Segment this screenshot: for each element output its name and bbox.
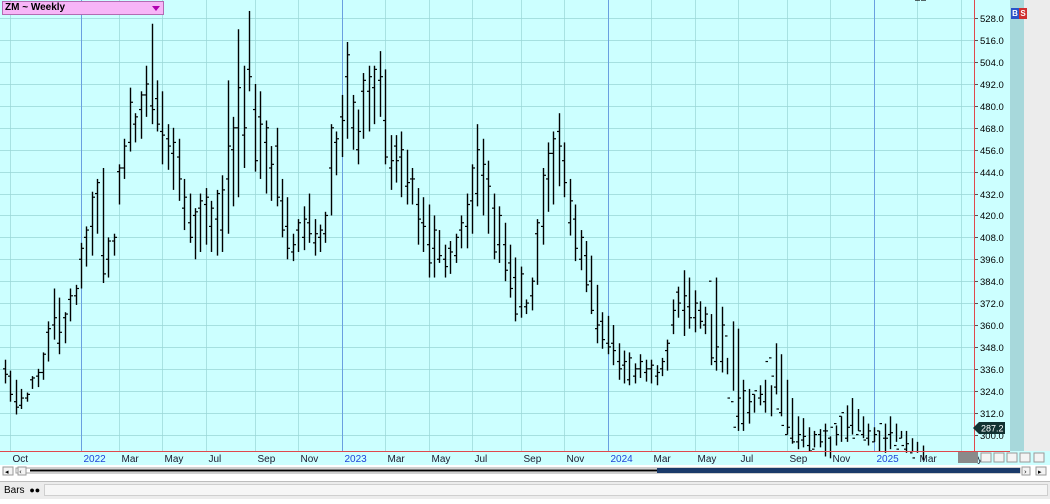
y-tick-label: 528.0 [980, 14, 1004, 25]
x-tick-label: Mar [122, 454, 140, 465]
timeline-scrollbar-thumb[interactable] [657, 468, 1020, 473]
x-tick-label: 2024 [611, 454, 634, 465]
y-tick-label: 360.0 [980, 321, 1004, 332]
x-tick-label: Mar [920, 454, 938, 465]
x-tick-label: Mar [388, 454, 406, 465]
x-tick-label: Nov [567, 454, 585, 465]
right-scroll-strip[interactable] [1010, 0, 1024, 451]
y-tick-label: 432.0 [980, 190, 1004, 201]
x-tick-label: Oct [13, 454, 29, 465]
x-tick-label: May [432, 454, 451, 465]
zoom-in-icon[interactable] [993, 452, 1005, 463]
x-tick-label: Jul [475, 454, 488, 465]
current-price-label: 287.2 [981, 424, 1004, 434]
svg-text:◂: ◂ [5, 468, 9, 476]
y-tick-label: 408.0 [980, 233, 1004, 244]
svg-text:‹: ‹ [19, 468, 22, 476]
y-tick-label: 420.0 [980, 211, 1004, 222]
sell-badge[interactable]: S [1019, 8, 1027, 19]
scroll-left-small-button[interactable]: ‹ [17, 466, 27, 476]
y-tick-label: 480.0 [980, 102, 1004, 113]
expand-view-icon[interactable] [1019, 452, 1031, 463]
y-tick-label: 324.0 [980, 387, 1004, 398]
symbol-selector[interactable]: ZM ~ Weekly [2, 1, 164, 15]
x-tick-label: Jul [741, 454, 754, 465]
x-tick-label: Nov [833, 454, 851, 465]
x-tick-label: 2023 [345, 454, 368, 465]
y-tick-label: 372.0 [980, 299, 1004, 310]
chart-window: 300.0 312.0 324.0 336.0 348.0 360.0 372.0 384.0… [0, 0, 1050, 499]
fit-view-icon[interactable] [1006, 452, 1018, 463]
y-tick-label: 348.0 [980, 343, 1004, 354]
y-tick-label: 312.0 [980, 409, 1004, 420]
y-tick-label: 384.0 [980, 277, 1004, 288]
x-tick-label: Sep [524, 454, 542, 465]
zoom-out-icon[interactable] [980, 452, 992, 463]
x-tick-label: Sep [790, 454, 808, 465]
x-tick-label: May [165, 454, 184, 465]
right-edge-strip [1024, 0, 1050, 451]
buy-badge[interactable]: B [1011, 8, 1019, 19]
full-view-icon[interactable] [1033, 452, 1045, 463]
y-tick-label: 336.0 [980, 365, 1004, 376]
y-tick-label: 492.0 [980, 80, 1004, 91]
tab-divider [44, 484, 1048, 496]
time-axis-scroll-box[interactable] [958, 452, 978, 463]
bars-tab-label: Bars [4, 485, 25, 496]
bottom-tab-bar: Bars ●● [0, 481, 1050, 499]
svg-text:▸: ▸ [1038, 468, 1042, 476]
symbol-label: ZM ~ Weekly [5, 2, 66, 13]
x-tick-label: 2025 [877, 454, 900, 465]
bars-tab[interactable]: Bars ●● [4, 485, 40, 496]
x-tick-label: Jul [209, 454, 222, 465]
x-tick-label: Nov [301, 454, 319, 465]
x-tick-label: May [698, 454, 717, 465]
y-tick-label: 396.0 [980, 255, 1004, 266]
ohlc-chart: 300.0312.0324.0336.0348.0360.0372.0384.0… [0, 0, 1050, 476]
y-tick-label: 444.0 [980, 168, 1004, 179]
scroll-right-button[interactable]: ▸ [1035, 466, 1047, 476]
y-tick-label: 504.0 [980, 58, 1004, 69]
y-tick-label: 516.0 [980, 36, 1004, 47]
current-price-marker: 287.2 [973, 422, 1005, 434]
scroll-left-button[interactable]: ◂ [2, 466, 14, 476]
svg-text:›: › [1024, 468, 1027, 476]
x-tick-label: Sep [258, 454, 276, 465]
y-tick-label: 456.0 [980, 146, 1004, 157]
y-tick-label: 468.0 [980, 124, 1004, 135]
scroll-right-small-button[interactable]: › [1021, 466, 1031, 476]
tab-dots-icon: ●● [29, 485, 41, 495]
chevron-down-icon[interactable] [152, 6, 160, 11]
x-tick-label: 2022 [84, 454, 107, 465]
x-tick-label: Mar [654, 454, 672, 465]
